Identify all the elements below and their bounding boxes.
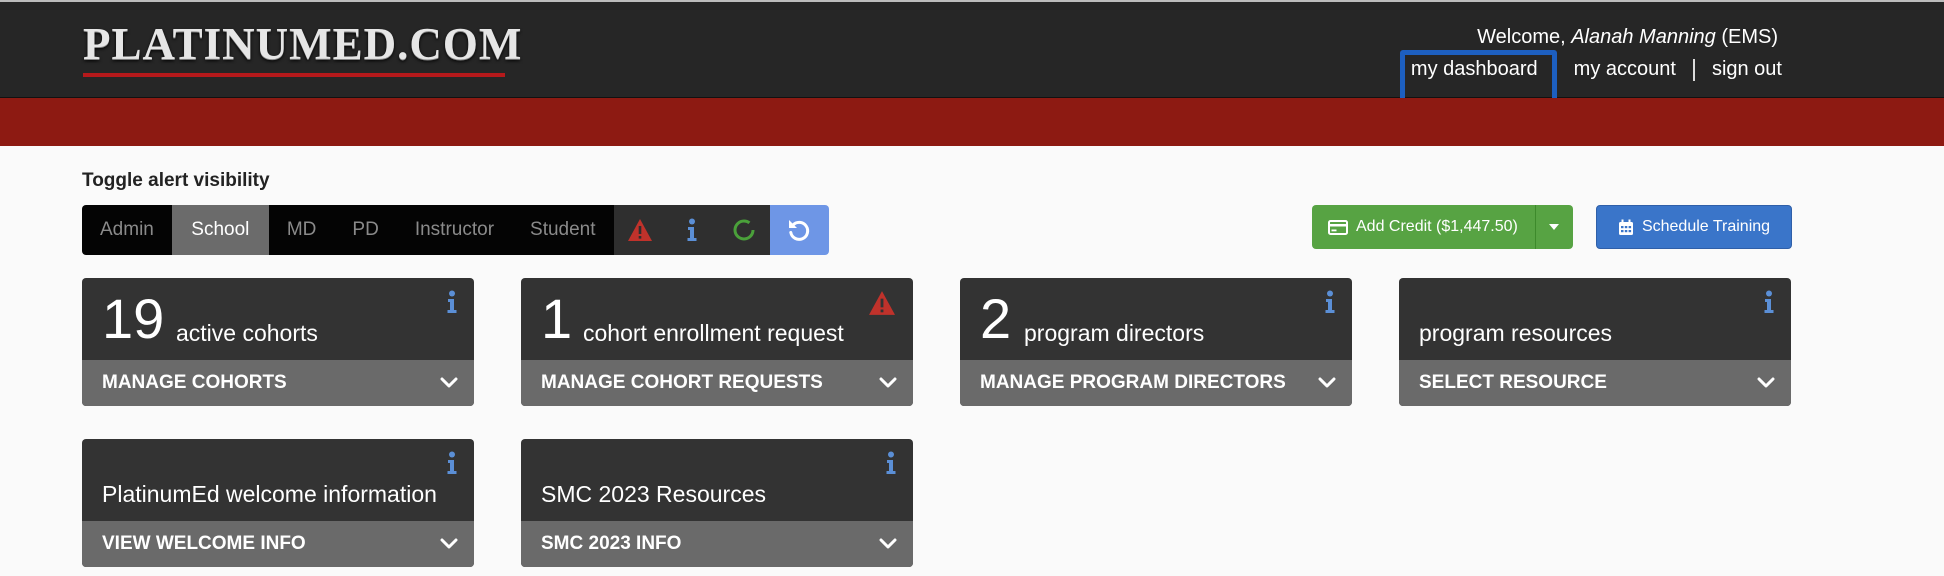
card-action-bar[interactable]: SELECT RESOURCE <box>1399 360 1791 406</box>
toggle-instructor[interactable]: Instructor <box>396 205 513 255</box>
warning-icon <box>627 219 652 241</box>
card-action-bar[interactable]: MANAGE COHORTS <box>82 360 474 406</box>
card-smc-2023-resources: SMC 2023 Resources SMC 2023 INFO <box>521 439 913 567</box>
chevron-down-icon <box>879 538 897 549</box>
card-action-label: MANAGE COHORT REQUESTS <box>541 372 823 393</box>
card-header: 19 active cohorts <box>82 278 474 360</box>
toggle-info[interactable] <box>665 205 718 255</box>
my-dashboard-link[interactable]: my dashboard <box>1409 58 1540 81</box>
info-icon <box>447 451 457 474</box>
card-header: PlatinumEd welcome information <box>82 439 474 521</box>
card-info-button[interactable] <box>446 290 458 319</box>
toggle-md[interactable]: MD <box>268 205 335 255</box>
add-credit-button[interactable]: Add Credit ($1,447.50) <box>1312 205 1535 249</box>
card-header: 1 cohort enrollment request <box>521 278 913 360</box>
toggle-pd[interactable]: PD <box>334 205 397 255</box>
sign-out-link[interactable]: sign out <box>1710 58 1784 81</box>
card-active-cohorts: 19 active cohorts MANAGE COHORTS <box>82 278 474 406</box>
chevron-down-icon <box>879 377 897 388</box>
account-links: my dashboard my account sign out <box>1409 58 1784 81</box>
card-label: cohort enrollment request <box>583 320 844 346</box>
schedule-training-button[interactable]: Schedule Training <box>1596 205 1792 249</box>
card-info-button[interactable] <box>1763 290 1775 319</box>
refresh-icon <box>789 220 810 241</box>
site-logo[interactable]: PLATINUMED.COM <box>83 22 522 78</box>
logo-underline <box>83 73 505 77</box>
chevron-down-icon <box>1318 377 1336 388</box>
chevron-down-icon <box>440 377 458 388</box>
card-alert-button[interactable] <box>867 290 897 321</box>
link-divider <box>1692 58 1695 81</box>
red-banner <box>0 98 1944 146</box>
logo-text: PLATINUMED.COM <box>83 19 523 69</box>
info-icon <box>687 218 697 241</box>
toggle-admin[interactable]: Admin <box>82 205 172 255</box>
card-action-bar[interactable]: MANAGE COHORT REQUESTS <box>521 360 913 406</box>
circle-icon <box>733 219 755 241</box>
card-action-bar[interactable]: VIEW WELCOME INFO <box>82 521 474 567</box>
card-info-button[interactable] <box>1324 290 1336 319</box>
card-count: 19 <box>102 287 165 350</box>
add-credit-label: Add Credit ($1,447.50) <box>1356 218 1518 235</box>
toggle-alert-title: Toggle alert visibility <box>82 170 270 191</box>
welcome-message: Welcome, Alanah Manning (EMS) <box>1477 26 1778 49</box>
toggle-circle[interactable] <box>717 205 770 255</box>
card-label: program directors <box>1024 320 1205 346</box>
card-label: PlatinumEd welcome information <box>102 481 437 507</box>
add-credit-dropdown[interactable] <box>1534 205 1573 249</box>
card-action-label: SMC 2023 INFO <box>541 533 682 554</box>
link-divider <box>1554 58 1557 81</box>
info-icon <box>1764 290 1774 313</box>
card-header: program resources <box>1399 278 1791 360</box>
info-icon <box>886 451 896 474</box>
card-label: program resources <box>1419 320 1613 346</box>
toggle-school[interactable]: School <box>171 205 269 255</box>
card-label: SMC 2023 Resources <box>541 481 766 507</box>
card-action-bar[interactable]: SMC 2023 INFO <box>521 521 913 567</box>
card-header: 2 program directors <box>960 278 1352 360</box>
card-program-resources: program resources SELECT RESOURCE <box>1399 278 1791 406</box>
card-header: SMC 2023 Resources <box>521 439 913 521</box>
welcome-prefix: Welcome, <box>1477 26 1572 48</box>
user-name: Alanah Manning <box>1571 26 1716 48</box>
card-info-button[interactable] <box>446 451 458 480</box>
toggle-student[interactable]: Student <box>512 205 614 255</box>
info-icon <box>1325 290 1335 313</box>
card-action-label: VIEW WELCOME INFO <box>102 533 306 554</box>
toggle-reset[interactable] <box>769 205 829 255</box>
my-account-link[interactable]: my account <box>1572 58 1678 81</box>
card-count: 1 <box>541 287 573 350</box>
user-role: (EMS) <box>1715 26 1778 48</box>
info-icon <box>447 290 457 313</box>
toggle-warning[interactable] <box>613 205 666 255</box>
card-program-directors: 2 program directors MANAGE PROGRAM DIREC… <box>960 278 1352 406</box>
chevron-down-icon <box>440 538 458 549</box>
card-count: 2 <box>980 287 1012 350</box>
card-welcome-information: PlatinumEd welcome information VIEW WELC… <box>82 439 474 567</box>
card-action-label: MANAGE PROGRAM DIRECTORS <box>980 372 1286 393</box>
credit-card-icon <box>1328 219 1348 235</box>
card-cohort-enrollment: 1 cohort enrollment request MANAGE COHOR… <box>521 278 913 406</box>
chevron-down-icon <box>1757 377 1775 388</box>
add-credit-group: Add Credit ($1,447.50) <box>1312 205 1573 249</box>
card-info-button[interactable] <box>885 451 897 480</box>
schedule-training-label: Schedule Training <box>1641 218 1771 235</box>
alert-toggle-group: Admin School MD PD Instructor Student <box>82 205 829 255</box>
card-action-bar[interactable]: MANAGE PROGRAM DIRECTORS <box>960 360 1352 406</box>
card-action-label: SELECT RESOURCE <box>1419 372 1607 393</box>
caret-down-icon <box>1549 224 1560 230</box>
warning-icon <box>869 291 895 315</box>
card-action-label: MANAGE COHORTS <box>102 372 287 393</box>
calendar-icon <box>1618 219 1633 235</box>
top-header: PLATINUMED.COM Welcome, Alanah Manning (… <box>0 0 1944 98</box>
card-label: active cohorts <box>176 320 318 346</box>
